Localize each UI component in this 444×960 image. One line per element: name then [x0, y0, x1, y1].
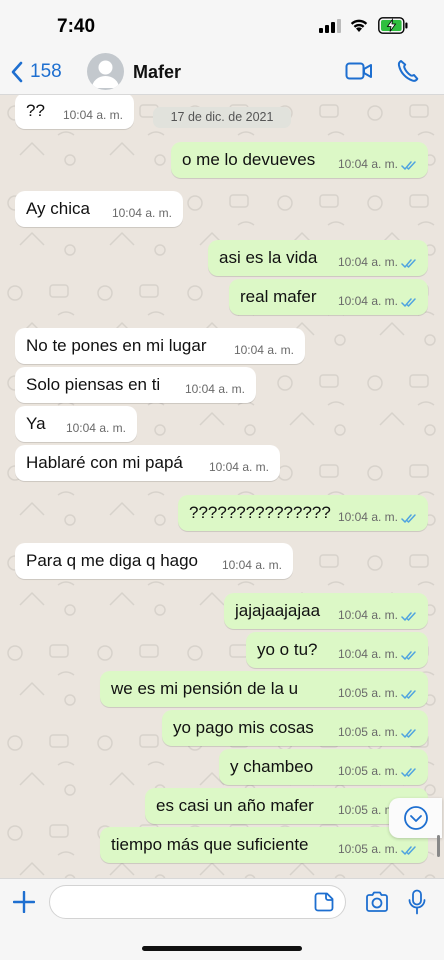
- status-time: 7:40: [57, 16, 96, 37]
- outgoing-message-bubble[interactable]: asi es la vida 10:04 a. m.: [208, 240, 428, 276]
- message-text: tiempo más que suficiente: [111, 835, 309, 854]
- outgoing-message-bubble[interactable]: jajajaajajaa 10:04 a. m.: [224, 593, 428, 629]
- message-timestamp: 10:04 a. m.: [337, 255, 398, 269]
- attach-plus-button[interactable]: [13, 891, 35, 913]
- message-text: Solo piensas en ti: [26, 375, 161, 394]
- message-timestamp: 10:04 a. m.: [65, 421, 126, 435]
- message-timestamp: 10:04 a. m.: [62, 108, 123, 122]
- message-timestamp: 10:05 a. m.: [337, 842, 398, 856]
- message-timestamp: 10:04 a. m.: [184, 382, 245, 396]
- double-check-icon: [401, 765, 417, 777]
- message-composer: [0, 878, 444, 960]
- message-timestamp: 10:04 a. m.: [111, 206, 172, 220]
- outgoing-message-bubble[interactable]: yo o tu? 10:04 a. m.: [246, 632, 428, 668]
- incoming-message-bubble[interactable]: Para q me diga q hago 10:04 a. m.: [15, 543, 293, 579]
- double-check-icon: [401, 648, 417, 660]
- outgoing-message-bubble[interactable]: tiempo más que suficiente 10:05 a. m.: [100, 827, 428, 863]
- double-check-icon: [401, 843, 417, 855]
- message-text: Ay chica: [26, 199, 90, 218]
- message-timestamp: 10:05 a. m.: [337, 764, 398, 778]
- default-avatar-icon: [92, 60, 119, 88]
- message-text: o me lo devueves: [182, 150, 316, 169]
- microphone-button[interactable]: [408, 889, 426, 915]
- message-text: real mafer: [240, 287, 317, 306]
- incoming-message-bubble[interactable]: ?? 10:04 a. m.: [15, 95, 134, 129]
- date-chip: 17 de dic. de 2021: [153, 107, 291, 128]
- message-timestamp: 10:04 a. m.: [337, 157, 398, 171]
- message-text: ??: [26, 101, 45, 120]
- double-check-icon: [401, 158, 417, 170]
- outgoing-message-bubble[interactable]: es casi un año mafer 10:05 a. m.: [145, 788, 428, 824]
- message-text: Ya: [26, 414, 46, 433]
- incoming-message-bubble[interactable]: Solo piensas en ti 10:04 a. m.: [15, 367, 256, 403]
- status-bar: 7:40: [0, 0, 444, 48]
- back-button[interactable]: 158: [10, 58, 62, 86]
- outgoing-message-bubble[interactable]: we es mi pensión de la u 10:05 a. m.: [100, 671, 428, 707]
- video-call-button[interactable]: [345, 60, 373, 82]
- outgoing-message-bubble[interactable]: y chambeo 10:05 a. m.: [219, 749, 428, 785]
- message-timestamp: 10:05 a. m.: [337, 686, 398, 700]
- message-timestamp: 10:04 a. m.: [337, 510, 398, 524]
- chevron-down-circle-icon: [404, 806, 428, 830]
- message-text: No te pones en mi lugar: [26, 336, 207, 355]
- sticker-button[interactable]: [314, 892, 334, 912]
- incoming-message-bubble[interactable]: Ya 10:04 a. m.: [15, 406, 137, 442]
- message-text: ???????????????: [189, 503, 331, 522]
- message-timestamp: 10:04 a. m.: [337, 608, 398, 622]
- battery-charging-icon: [378, 17, 408, 34]
- message-text: we es mi pensión de la u: [111, 679, 299, 698]
- double-check-icon: [401, 609, 417, 621]
- outgoing-message-bubble[interactable]: ??????????????? 10:04 a. m.: [178, 495, 428, 531]
- message-timestamp: 10:04 a. m.: [337, 647, 398, 661]
- camera-button[interactable]: [365, 891, 389, 913]
- scrollbar[interactable]: [437, 835, 440, 857]
- wifi-icon: [350, 19, 368, 32]
- double-check-icon: [401, 687, 417, 699]
- chat-header: 158 Mafer: [0, 48, 444, 95]
- message-text: yo o tu?: [257, 640, 318, 659]
- outgoing-message-bubble[interactable]: o me lo devueves 10:04 a. m.: [171, 142, 428, 178]
- avatar[interactable]: [87, 53, 124, 90]
- incoming-message-bubble[interactable]: Ay chica 10:04 a. m.: [15, 191, 183, 227]
- message-text: Hablaré con mi papá: [26, 453, 183, 472]
- message-text: jajajaajajaa: [235, 601, 321, 620]
- outgoing-message-bubble[interactable]: yo pago mis cosas 10:05 a. m.: [162, 710, 428, 746]
- double-check-icon: [401, 511, 417, 523]
- chevron-left-icon: [11, 61, 23, 83]
- message-timestamp: 10:04 a. m.: [208, 460, 269, 474]
- double-check-icon: [401, 726, 417, 738]
- message-timestamp: 10:04 a. m.: [337, 294, 398, 308]
- message-timestamp: 10:04 a. m.: [233, 343, 294, 357]
- message-text: y chambeo: [230, 757, 314, 776]
- outgoing-message-bubble[interactable]: real mafer 10:04 a. m.: [229, 279, 428, 315]
- message-text: Para q me diga q hago: [26, 551, 199, 570]
- cellular-signal-icon: [319, 19, 341, 33]
- scroll-to-bottom-button[interactable]: [389, 798, 442, 838]
- message-text: yo pago mis cosas: [173, 718, 314, 737]
- message-text: es casi un año mafer: [156, 796, 314, 815]
- message-text: asi es la vida: [219, 248, 318, 267]
- phone-call-button[interactable]: [397, 59, 419, 83]
- double-check-icon: [401, 295, 417, 307]
- message-timestamp: 10:04 a. m.: [221, 558, 282, 572]
- message-timestamp: 10:05 a. m.: [337, 725, 398, 739]
- chat-area[interactable]: 17 de dic. de 2021 ?? 10:04 a. m. o me lo …: [0, 95, 444, 878]
- message-input[interactable]: [49, 885, 346, 919]
- double-check-icon: [401, 256, 417, 268]
- incoming-message-bubble[interactable]: No te pones en mi lugar 10:04 a. m.: [15, 328, 305, 364]
- contact-name[interactable]: Mafer: [133, 62, 181, 83]
- incoming-message-bubble[interactable]: Hablaré con mi papá 10:04 a. m.: [15, 445, 280, 481]
- back-unread-count: 158: [30, 61, 62, 82]
- home-indicator[interactable]: [142, 946, 302, 951]
